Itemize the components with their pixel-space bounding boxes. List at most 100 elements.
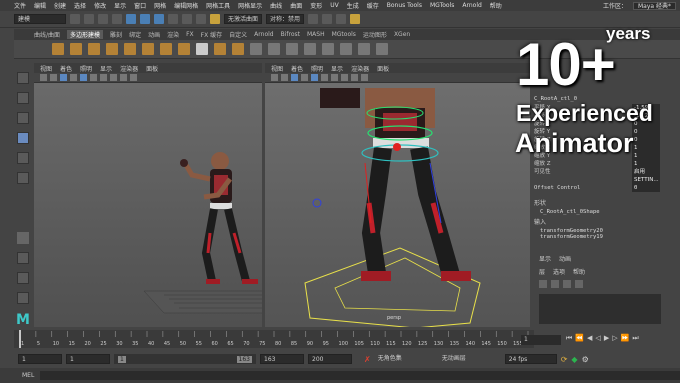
command-input[interactable] <box>40 371 680 380</box>
menu-file[interactable]: 文件 <box>14 1 26 10</box>
move-tool-icon[interactable] <box>17 132 29 144</box>
channel-value[interactable]: 1 <box>632 144 660 152</box>
live-surface-field[interactable]: 无激活曲面 <box>224 14 263 24</box>
menu-display[interactable]: 显示 <box>114 1 126 10</box>
smooth-shade-icon[interactable] <box>80 74 87 81</box>
vp-right-menu-lighting[interactable]: 照明 <box>311 64 323 73</box>
snap-surface-icon[interactable] <box>210 14 220 24</box>
vp-left-menu-lighting[interactable]: 照明 <box>80 64 92 73</box>
character-set-dropdown[interactable]: 无角色集 <box>375 354 427 364</box>
shelf-tab-mgtools[interactable]: MGtools <box>332 31 356 38</box>
shelf-tab-curves[interactable]: 曲线/曲面 <box>34 30 60 39</box>
channel-value[interactable]: 1 <box>632 160 660 168</box>
bookmark-icon[interactable] <box>50 74 57 81</box>
channel-row[interactable]: 可见性 启用 <box>530 168 664 176</box>
poly-disc-icon[interactable] <box>160 43 172 55</box>
poly-cylinder-icon[interactable] <box>88 43 100 55</box>
input-node[interactable]: transformGeometry19 <box>530 234 664 240</box>
ipr-render-icon[interactable] <box>322 14 333 24</box>
camera-icon[interactable] <box>40 74 47 81</box>
menu-surfaces[interactable]: 曲面 <box>290 1 302 10</box>
platonic-icon[interactable] <box>178 43 190 55</box>
snap-point-icon[interactable] <box>196 14 206 24</box>
textured-icon[interactable] <box>321 74 328 81</box>
channel-value[interactable]: SETTIN... <box>632 176 660 184</box>
current-time-marker[interactable] <box>19 330 21 348</box>
menu-edit-mesh[interactable]: 编辑网格 <box>174 1 198 10</box>
menu-help[interactable]: 帮助 <box>490 1 502 10</box>
anim-layer-dropdown[interactable]: 无动画层 <box>439 354 495 364</box>
preferences-icon[interactable]: ⚙ <box>582 355 589 364</box>
svg-icon[interactable] <box>232 43 244 55</box>
shadows-icon[interactable] <box>110 74 117 81</box>
menu-modify[interactable]: 修改 <box>94 1 106 10</box>
vp-left-menu-renderer[interactable]: 渲染器 <box>120 64 138 73</box>
workspace-dropdown[interactable]: Maya 经典* <box>633 1 676 10</box>
shelf-tab-poly[interactable]: 多边形建模 <box>67 30 104 39</box>
go-to-end-icon[interactable]: ⏭ <box>632 334 638 343</box>
select-object-icon[interactable] <box>140 14 150 24</box>
layer-menu-layers[interactable]: 层 <box>539 267 545 276</box>
poly-sphere-icon[interactable] <box>52 43 64 55</box>
shelf-tab-fx-cache[interactable]: FX 缓存 <box>201 30 222 39</box>
channel-value[interactable]: 0 <box>632 136 660 144</box>
current-frame-field[interactable]: 1 <box>521 335 561 345</box>
shelf-tab-motion-graphics[interactable]: 运动图形 <box>363 30 387 39</box>
lasso-tool-icon[interactable] <box>17 92 29 104</box>
menu-curves[interactable]: 曲线 <box>270 1 282 10</box>
vp-left-menu-shading[interactable]: 着色 <box>60 64 72 73</box>
playback-start-field[interactable]: 1 <box>66 354 110 364</box>
sweep-mesh-icon[interactable] <box>196 43 208 55</box>
scene-end-field[interactable]: 200 <box>308 354 352 364</box>
menu-set-dropdown[interactable]: 建模 <box>14 14 66 24</box>
menu-select[interactable]: 选择 <box>74 1 86 10</box>
time-slider-ruler[interactable]: 1 5 10 15 20 25 30 35 40 45 50 55 60 65 70 75 80 85 90 95 10… <box>14 330 539 348</box>
vp-right-menu-renderer[interactable]: 渲染器 <box>351 64 369 73</box>
shelf-tab-fx[interactable]: FX <box>186 31 194 38</box>
layer-down-icon[interactable] <box>551 280 559 288</box>
combine-icon[interactable] <box>250 43 262 55</box>
go-to-start-icon[interactable]: ⏮ <box>566 334 572 343</box>
xray-icon[interactable] <box>120 74 127 81</box>
menu-bonus-tools[interactable]: Bonus Tools <box>387 2 422 9</box>
snap-curve-icon[interactable] <box>182 14 192 24</box>
autokey-icon[interactable]: ◆ <box>571 355 577 364</box>
new-layer-selected-icon[interactable] <box>575 280 583 288</box>
vp-right-menu-view[interactable]: 视图 <box>271 64 283 73</box>
fps-dropdown[interactable]: 24 fps <box>504 354 557 364</box>
range-slider[interactable]: 1 163 <box>114 354 256 364</box>
undo-icon[interactable] <box>98 14 108 24</box>
save-icon[interactable] <box>84 14 94 24</box>
channel-value[interactable]: 0 <box>632 128 660 136</box>
menu-mesh-tools[interactable]: 网格工具 <box>206 1 230 10</box>
bridge-icon[interactable] <box>358 43 370 55</box>
step-forward-frame-icon[interactable]: ▷ <box>612 334 617 343</box>
menu-deform[interactable]: 变形 <box>310 1 322 10</box>
grid-icon[interactable] <box>291 74 298 81</box>
bevel-icon[interactable] <box>376 43 388 55</box>
play-forwards-icon[interactable]: ▶ <box>604 334 609 343</box>
channel-row[interactable]: Offset Control 0 <box>530 184 664 192</box>
menu-generate[interactable]: 生成 <box>347 1 359 10</box>
playback-end-field[interactable]: 163 <box>260 354 304 364</box>
smooth-icon[interactable] <box>286 43 298 55</box>
channel-value[interactable]: 启用 <box>632 168 660 176</box>
menu-cache[interactable]: 缓存 <box>367 1 379 10</box>
scene-start-field[interactable]: 1 <box>18 354 62 364</box>
play-backwards-icon[interactable]: ◁ <box>595 334 600 343</box>
menu-windows[interactable]: 窗口 <box>134 1 146 10</box>
folder-icon[interactable] <box>70 14 80 24</box>
viewport-right[interactable]: 视图 着色 照明 显示 渲染器 面板 persp <box>265 63 530 327</box>
shelf-tab-bifrost[interactable]: Bifrost <box>281 31 300 38</box>
step-back-key-icon[interactable]: ⏪ <box>575 334 584 343</box>
redo-icon[interactable] <box>112 14 122 24</box>
snap-grid-icon[interactable] <box>168 14 178 24</box>
layer-list[interactable] <box>539 294 661 324</box>
smooth-shade-icon[interactable] <box>311 74 318 81</box>
bookmark-icon[interactable] <box>281 74 288 81</box>
camera-icon[interactable] <box>271 74 278 81</box>
menu-mesh-display[interactable]: 网格显示 <box>238 1 262 10</box>
vp-left-menu-panels[interactable]: 面板 <box>146 64 158 73</box>
layer-menu-help[interactable]: 帮助 <box>573 267 585 276</box>
textured-icon[interactable] <box>90 74 97 81</box>
